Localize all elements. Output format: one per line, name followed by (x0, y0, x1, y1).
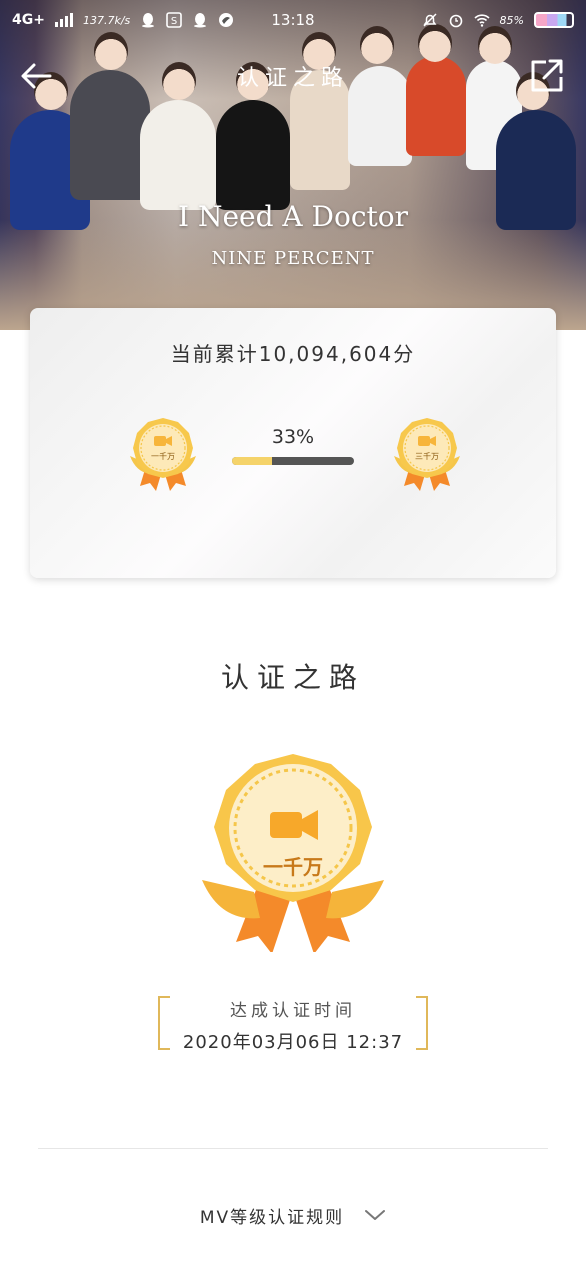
hero-figure (216, 100, 290, 210)
signal-icon (54, 13, 73, 27)
rules-toggle[interactable]: MV等级认证规则 (0, 1200, 586, 1230)
cumulative-score: 当前累计10,094,604分 (170, 342, 416, 366)
browser-icon (219, 13, 234, 27)
song-title: I Need A Doctor (177, 200, 409, 233)
medal-next-icon: 三千万 (394, 418, 460, 491)
medal-big-label: 一千万 (263, 855, 323, 879)
qq-icon (194, 13, 207, 28)
chevron-down-icon (365, 1210, 386, 1220)
achievement-time-box: 达成认证时间 2020年03月06日 12:37 (158, 996, 428, 1053)
qq-icon (142, 13, 155, 28)
network-speed: 137.7k/s (82, 13, 131, 27)
page-title: 认证之路 (236, 66, 349, 91)
battery-percent: 85% (499, 13, 524, 27)
top-nav: 认证之路 (0, 52, 586, 100)
svg-text:S: S (171, 16, 177, 27)
progress-bar (232, 457, 354, 465)
progress-percent: 33% (271, 426, 315, 448)
rules-label: MV等级认证规则 (199, 1207, 345, 1228)
medal-current-label: 一千万 (151, 451, 175, 461)
share-icon[interactable] (526, 56, 566, 96)
medal-current-icon: 一千万 (130, 418, 196, 491)
medal-next-label: 三千万 (415, 451, 439, 461)
achievement-time-value: 2020年03月06日 12:37 (182, 1032, 404, 1053)
network-type: 4G+ (12, 12, 45, 28)
medal-big-icon: 一千万 (202, 754, 384, 952)
wifi-icon (473, 14, 490, 27)
progress-card: 当前累计10,094,604分 一千万 33% 三千万 (30, 308, 556, 578)
progress-bar-fill (232, 457, 273, 465)
alarm-icon (449, 14, 462, 28)
section-title: 认证之路 (220, 661, 365, 694)
achievement-time-label: 达成认证时间 (230, 1001, 356, 1021)
status-bar: 4G+ 137.7k/s S 13:18 85% (0, 0, 586, 40)
mute-bell-icon (423, 13, 437, 27)
hero-banner (0, 0, 586, 330)
divider (38, 1148, 548, 1149)
artist-name: NINE PERCENT (211, 248, 375, 269)
hero-figure (140, 100, 216, 210)
battery-icon (534, 12, 574, 28)
s-app-icon: S (166, 12, 183, 28)
